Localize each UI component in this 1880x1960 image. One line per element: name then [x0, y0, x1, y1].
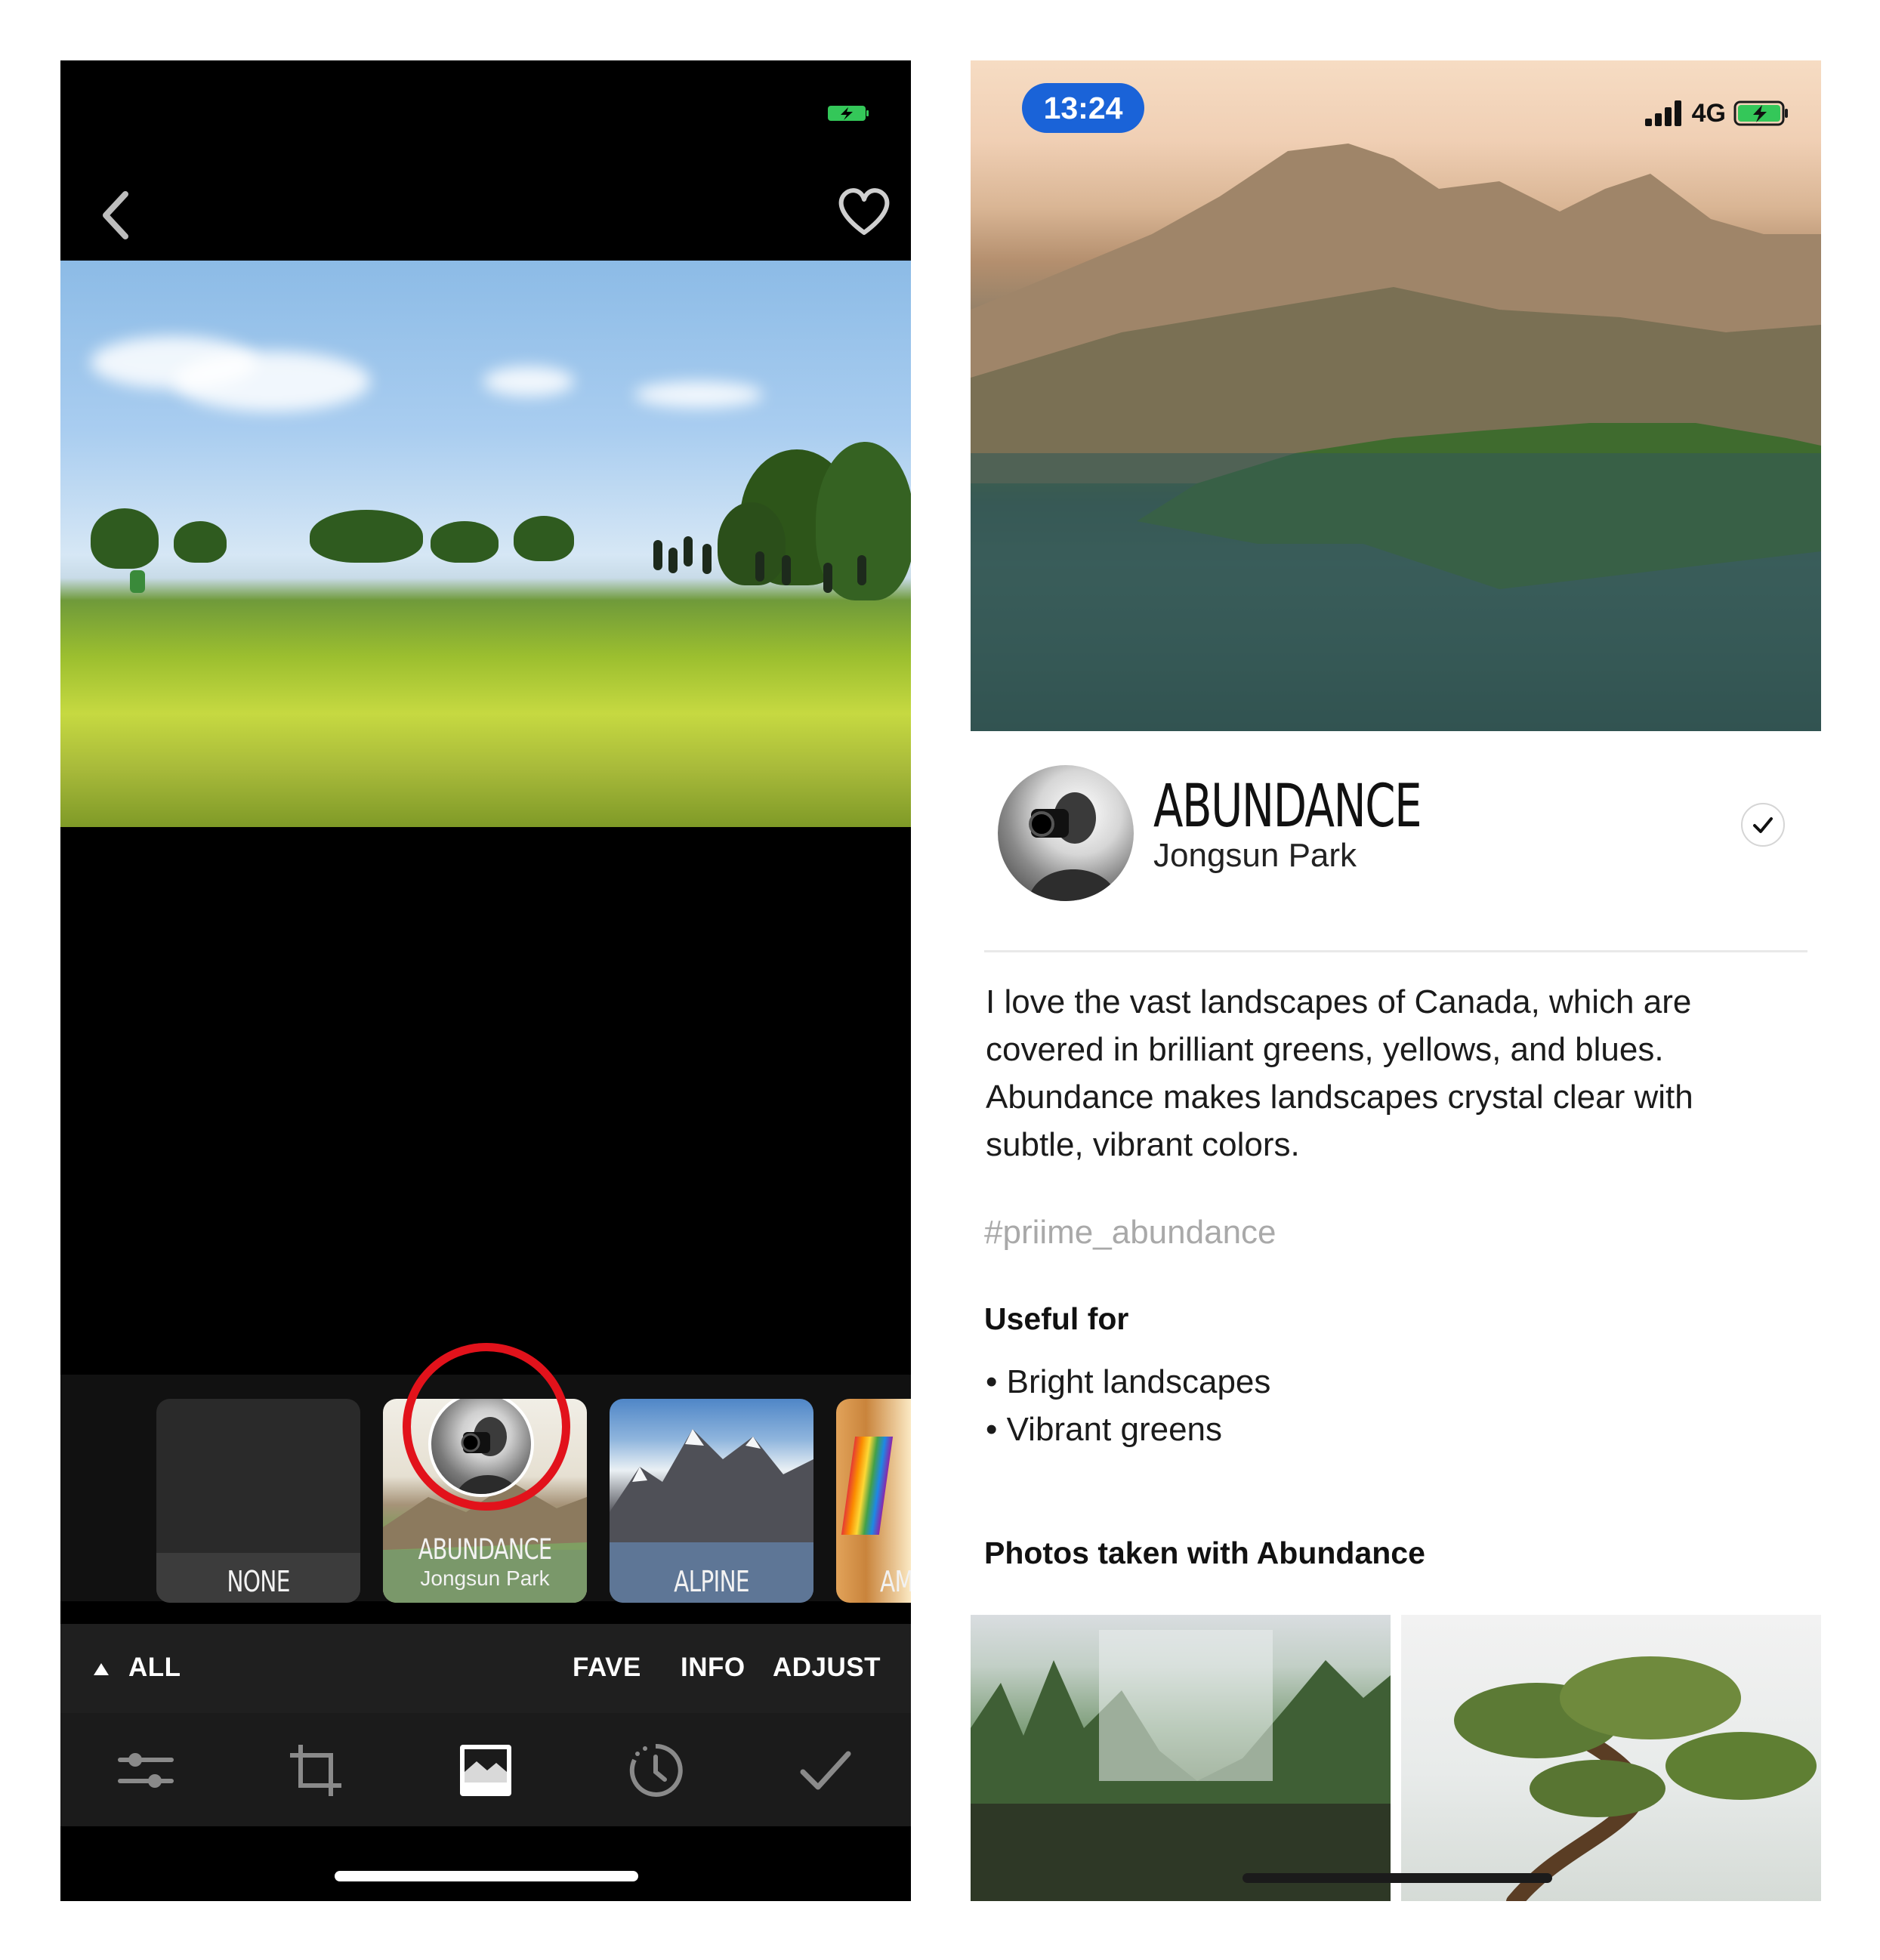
- filter-thumb-none[interactable]: NONE: [156, 1399, 360, 1603]
- status-time: 13:24: [1022, 83, 1144, 133]
- mountain-lake-image: [971, 144, 1821, 731]
- tab-all[interactable]: ALL: [128, 1653, 181, 1683]
- triangle-up-icon[interactable]: [92, 1662, 110, 1677]
- filters-icon[interactable]: [457, 1742, 514, 1799]
- battery-charging-icon: [1733, 100, 1788, 126]
- artist-name: Jongsun Park: [1153, 837, 1357, 874]
- filter-header: ABUNDANCE Jongsun Park: [984, 765, 1807, 909]
- editor-toolbar: [60, 1713, 911, 1826]
- sample-photo-forest[interactable]: [971, 1615, 1391, 1901]
- useful-for-heading: Useful for: [984, 1301, 1129, 1336]
- list-item: • Bright landscapes: [986, 1363, 1271, 1400]
- editor-screen: NONE ABUNDANCE Jongsun Park ALPINE AM AL…: [60, 60, 911, 1901]
- back-chevron-icon[interactable]: [94, 185, 139, 245]
- checkmark-icon[interactable]: [797, 1742, 854, 1799]
- filter-thumb-am[interactable]: AM: [836, 1399, 911, 1603]
- heart-icon[interactable]: [834, 181, 894, 242]
- status-indicators: 4G: [1644, 98, 1789, 128]
- filter-label-am: AM: [880, 1565, 911, 1598]
- crop-icon[interactable]: [287, 1742, 344, 1799]
- filter-hero-photo: 13:24 4G: [971, 60, 1821, 731]
- highlight-ring: [403, 1343, 570, 1511]
- photos-section-heading: Photos taken with Abundance: [984, 1536, 1425, 1570]
- home-indicator: [1243, 1873, 1552, 1883]
- filter-thumb-alpine[interactable]: ALPINE: [610, 1399, 813, 1603]
- select-filter-button[interactable]: [1741, 803, 1785, 847]
- filter-hashtag[interactable]: #priime_abundance: [984, 1214, 1276, 1252]
- filter-label-none: NONE: [227, 1565, 290, 1598]
- filter-description: I love the vast landscapes of Canada, wh…: [986, 983, 1693, 1163]
- signal-icon: [1644, 100, 1684, 126]
- artist-avatar: [998, 765, 1134, 901]
- network-label: 4G: [1691, 98, 1726, 128]
- filter-label-alpine: ALPINE: [674, 1565, 749, 1598]
- filter-label-abundance: ABUNDANCE: [418, 1533, 552, 1566]
- tab-info[interactable]: INFO: [681, 1653, 746, 1683]
- battery-icon: [828, 106, 869, 121]
- filter-tab-bar: ALL FAVE INFO ADJUST: [60, 1624, 911, 1713]
- list-item: • Vibrant greens: [986, 1411, 1223, 1448]
- filter-title: ABUNDANCE: [1153, 773, 1422, 841]
- sliders-icon[interactable]: [117, 1742, 174, 1799]
- sample-photo-pine[interactable]: [1401, 1615, 1821, 1901]
- filter-info-screen: 13:24 4G ABUNDANCE Jongsun Park I love t…: [971, 60, 1821, 1901]
- filter-artist-label: Jongsun Park: [420, 1566, 550, 1590]
- tab-adjust[interactable]: ADJUST: [773, 1653, 881, 1683]
- check-icon: [1753, 817, 1773, 833]
- tab-fave[interactable]: FAVE: [573, 1653, 641, 1683]
- edited-photo: [60, 261, 911, 827]
- useful-for-list: • Bright landscapes • Vibrant greens: [986, 1358, 1270, 1453]
- section-divider: [984, 950, 1807, 952]
- history-icon[interactable]: [627, 1742, 684, 1799]
- home-indicator: [335, 1871, 638, 1881]
